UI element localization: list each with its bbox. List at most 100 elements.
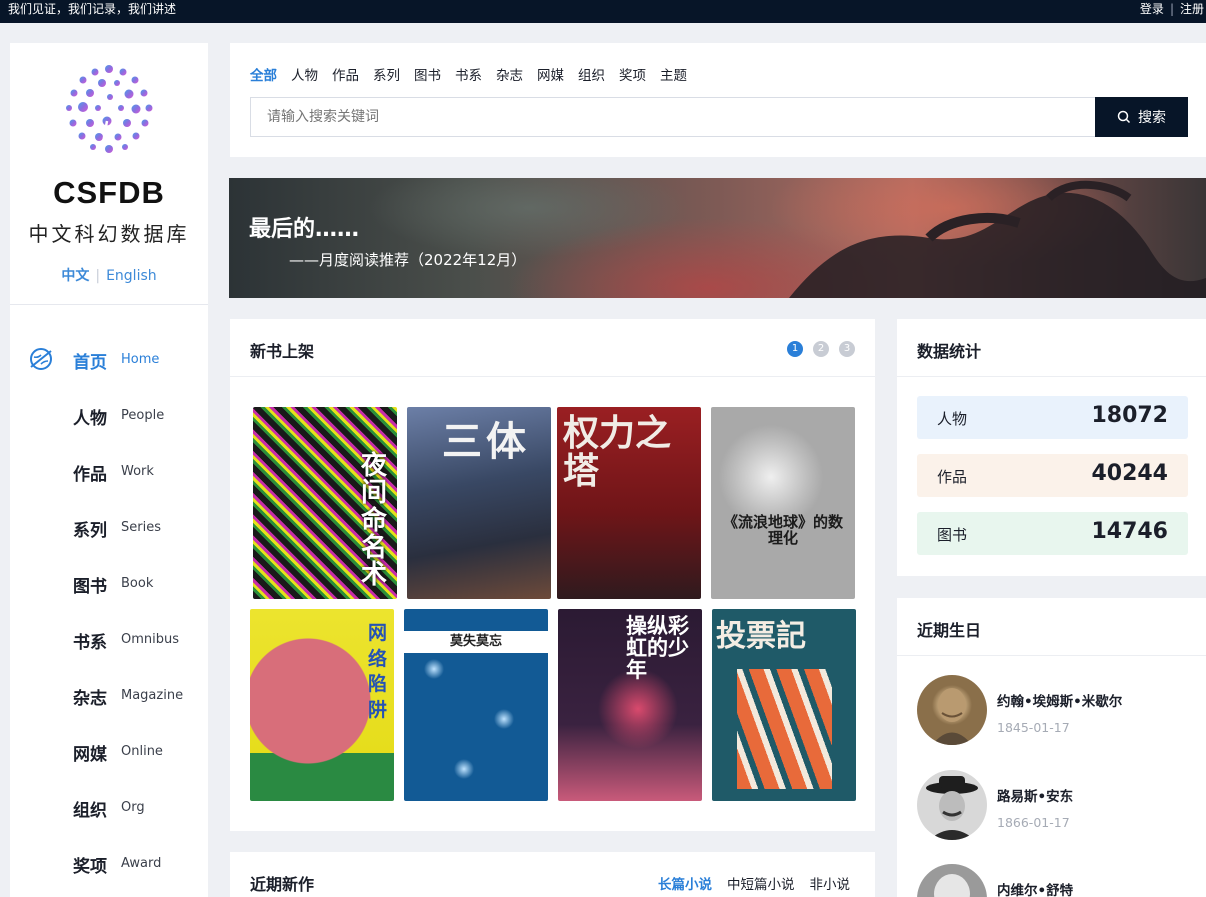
tab-book[interactable]: 图书 [414,64,441,84]
nav-label-zh: 系列 [73,521,107,541]
top-bar: 我们见证，我们记录，我们讲述 登录 | 注册 [0,0,1206,23]
nav-item-omnibus[interactable]: 书系 Omnibus [10,610,208,666]
portrait-art [926,776,978,840]
lang-zh-link[interactable]: 中文 [61,268,89,284]
book-title: 莫失莫忘 [404,631,548,653]
pager-dot-3[interactable]: 3 [839,341,855,357]
birthday-person[interactable]: 约翰•埃姆斯•米歇尔 1845-01-17 [917,675,1197,747]
tab-all[interactable]: 全部 [250,64,277,84]
nav-item-series[interactable]: 系列 Series [10,498,208,554]
stat-people[interactable]: 人物 18072 [917,396,1188,439]
book-cover-art [737,669,832,789]
lang-separator: | [95,268,101,284]
tab-topic[interactable]: 主题 [660,64,687,84]
nav-item-people[interactable]: 人物 People [10,386,208,442]
search-category-tabs: 全部 人物 作品 系列 图书 书系 杂志 网媒 组织 奖项 主题 [250,64,687,84]
nav-item-home[interactable]: 首页 Home [10,330,208,386]
book-title: 网络陷阱 [368,622,388,721]
auth-links: 登录 | 注册 [1140,0,1204,18]
banner-subtitle: ——月度阅读推荐（2022年12月） [289,251,527,269]
pager-dot-1[interactable]: 1 [787,341,803,357]
stat-label: 作品 [937,468,968,486]
book-title: 《流浪地球》的数理化 [722,513,843,547]
book-cover[interactable]: 操纵彩虹的少年 [558,609,702,801]
book-cover[interactable]: 莫失莫忘 [404,609,548,801]
search-input[interactable] [250,97,1096,137]
nav-item-work[interactable]: 作品 Work [10,442,208,498]
new-books-title: 新书上架 [250,342,315,361]
nav-label-zh: 首页 [73,353,107,373]
tab-novel[interactable]: 长篇小说 [658,873,712,893]
main-nav: 首页 Home 人物 People 作品 Work 系列 Series 图书 B… [10,330,208,890]
nav-label-zh: 网媒 [73,745,107,765]
portrait-art [932,688,972,745]
stat-work[interactable]: 作品 40244 [917,454,1188,497]
birthday-person[interactable]: 内维尔•舒特 [917,864,1197,897]
nav-item-book[interactable]: 图书 Book [10,554,208,610]
stat-label: 人物 [937,410,968,428]
nav-label-en: Org [121,800,145,815]
avatar [917,770,987,840]
card-divider [897,655,1206,656]
banner-artwork [789,180,1206,298]
birthdays-card: 近期生日 约翰•埃姆斯•米歇尔 1845-01-17 路易斯•安东 1866-0… [897,598,1206,897]
person-birthdate: 1845-01-17 [997,720,1070,735]
tab-omnibus[interactable]: 书系 [455,64,482,84]
language-switch: 中文 | English [10,265,208,285]
site-slogan: 我们见证，我们记录，我们讲述 [8,2,177,16]
stat-label: 图书 [937,526,968,544]
book-cover[interactable]: 权力之塔 [557,407,701,599]
nav-label-en: Online [121,744,163,759]
nav-label-zh: 作品 [73,465,107,485]
nav-item-magazine[interactable]: 杂志 Magazine [10,666,208,722]
pager-dot-2[interactable]: 2 [813,341,829,357]
avatar [917,864,987,897]
tab-short-fiction[interactable]: 中短篇小说 [727,873,795,893]
book-cover[interactable]: 夜间命名术 [253,407,397,599]
search-button[interactable]: 搜索 [1095,97,1188,137]
book-cover[interactable]: 三体 [407,407,551,599]
lang-en-link[interactable]: English [106,268,157,284]
recent-works-tabs: 长篇小说 中短篇小说 非小说 [658,873,850,893]
sidebar-divider [10,304,208,305]
recent-works-card: 近期新作 长篇小说 中短篇小说 非小说 [230,852,875,897]
birthday-person[interactable]: 路易斯•安东 1866-01-17 [917,770,1197,842]
auth-separator: | [1169,2,1174,16]
tab-series[interactable]: 系列 [373,64,400,84]
recent-works-title: 近期新作 [250,875,315,894]
person-name: 路易斯•安东 [997,789,1074,805]
login-link[interactable]: 登录 [1140,0,1164,18]
search-panel: 全部 人物 作品 系列 图书 书系 杂志 网媒 组织 奖项 主题 搜索 [230,43,1206,157]
portrait-art [934,874,970,897]
brand-subtitle: 中文科幻数据库 [28,222,190,246]
stat-value: 18072 [1091,403,1168,428]
person-name: 约翰•埃姆斯•米歇尔 [997,694,1123,710]
nav-item-award[interactable]: 奖项 Award [10,834,208,890]
birthdays-title: 近期生日 [917,621,982,640]
book-title: 夜间命名术 [361,451,388,591]
book-title: 三体 [442,419,530,465]
tab-people[interactable]: 人物 [291,64,318,84]
tab-magazine[interactable]: 杂志 [496,64,523,84]
stat-value: 40244 [1091,461,1168,486]
tab-org[interactable]: 组织 [578,64,605,84]
tab-award[interactable]: 奖项 [619,64,646,84]
tab-online[interactable]: 网媒 [537,64,564,84]
stats-card: 数据统计 人物 18072 作品 40244 图书 14746 [897,319,1206,576]
stat-book[interactable]: 图书 14746 [917,512,1188,555]
book-cover[interactable]: 网络陷阱 [250,609,394,801]
featured-banner[interactable]: 最后的…… ——月度阅读推荐（2022年12月） [229,178,1206,298]
card-divider [230,376,875,377]
nav-label-en: Magazine [121,688,184,703]
book-title: 操纵彩虹的少年 [626,614,689,683]
book-cover[interactable]: 投票記 [712,609,856,801]
book-cover[interactable]: 《流浪地球》的数理化 [711,407,855,599]
nav-label-zh: 人物 [73,409,107,429]
banner-title: 最后的…… [249,217,360,242]
nav-item-online[interactable]: 网媒 Online [10,722,208,778]
tab-nonfiction[interactable]: 非小说 [810,873,851,893]
nav-item-org[interactable]: 组织 Org [10,778,208,834]
tab-work[interactable]: 作品 [332,64,359,84]
register-link[interactable]: 注册 [1180,0,1204,18]
csfdb-logo-icon [66,65,153,153]
